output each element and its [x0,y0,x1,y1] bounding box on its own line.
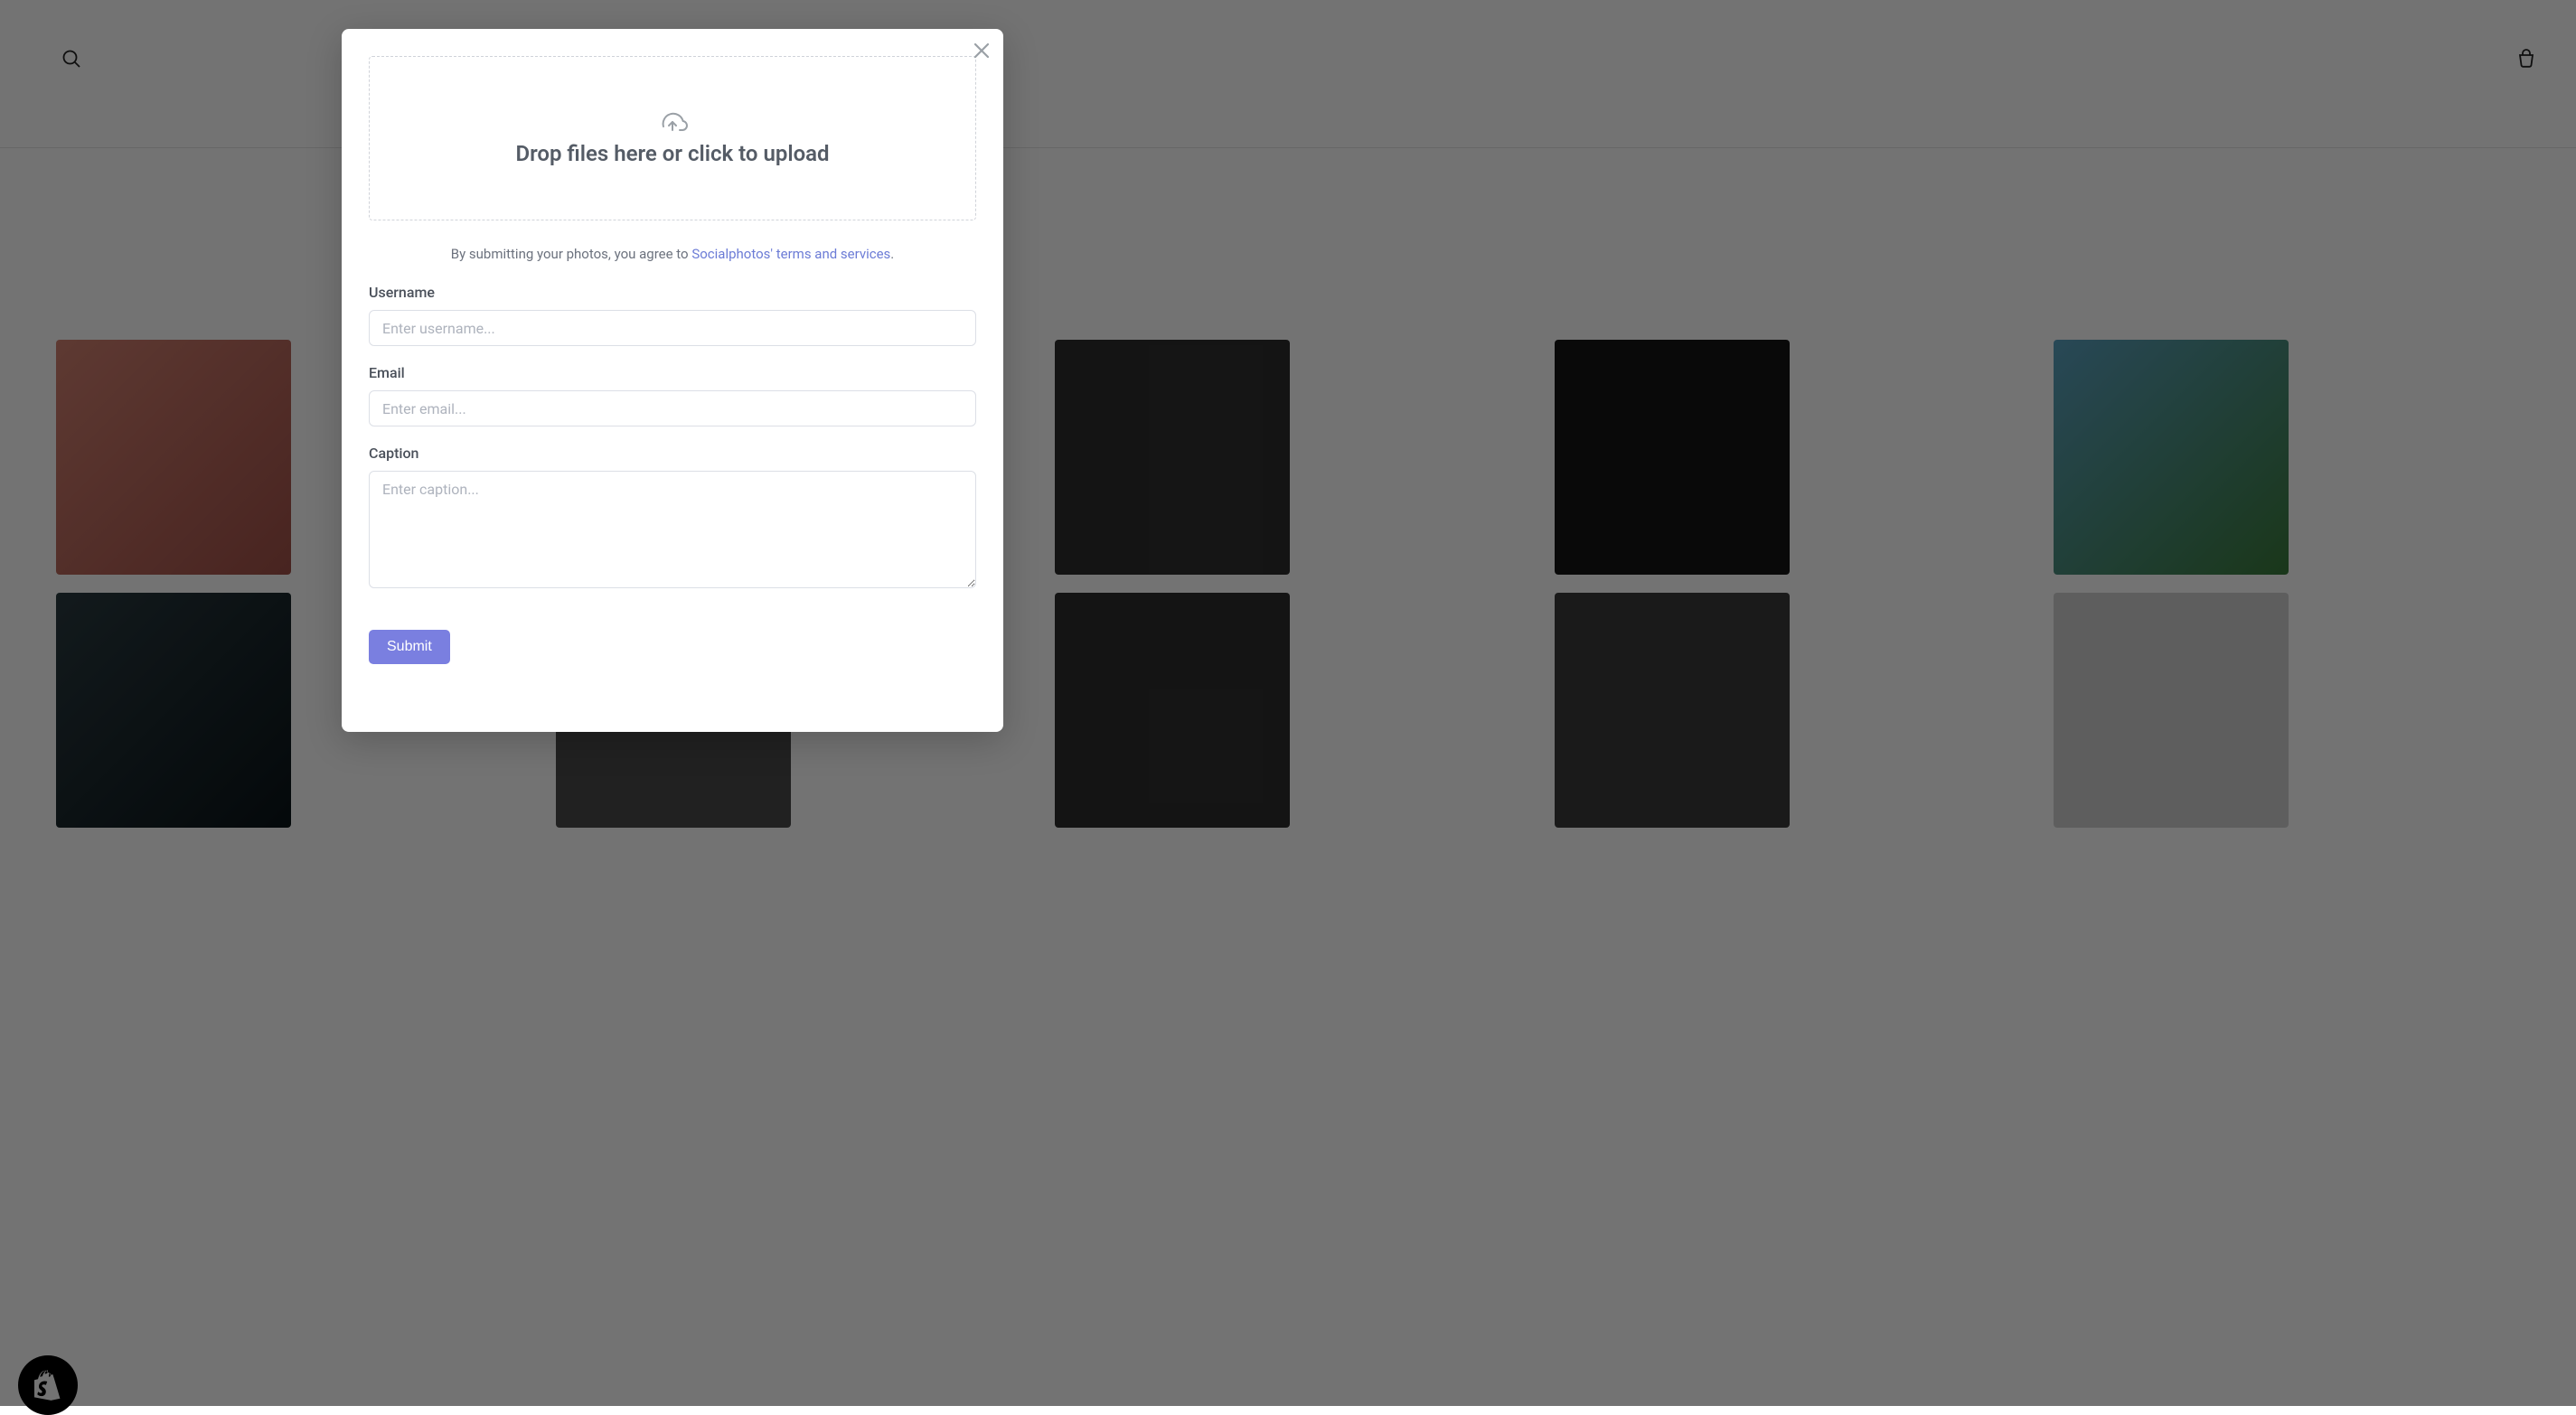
email-input[interactable] [369,390,976,426]
close-button[interactable] [969,38,994,63]
disclaimer-prefix: By submitting your photos, you agree to [451,246,692,262]
caption-input[interactable] [369,471,976,588]
disclaimer-suffix: . [890,246,894,262]
username-label: Username [369,284,976,301]
upload-form: Username Email Caption Submit [369,284,976,664]
file-dropzone[interactable]: Drop files here or click to upload [369,56,976,220]
email-label: Email [369,364,976,381]
submit-button[interactable]: Submit [369,630,450,664]
disclaimer-text: By submitting your photos, you agree to … [369,246,976,262]
close-icon [973,42,991,60]
terms-link[interactable]: Socialphotos' terms and services [691,246,890,262]
cloud-upload-icon [657,110,688,136]
upload-modal: Drop files here or click to upload By su… [342,29,1003,732]
username-input[interactable] [369,310,976,346]
dropzone-text: Drop files here or click to upload [515,141,829,166]
caption-label: Caption [369,445,976,462]
